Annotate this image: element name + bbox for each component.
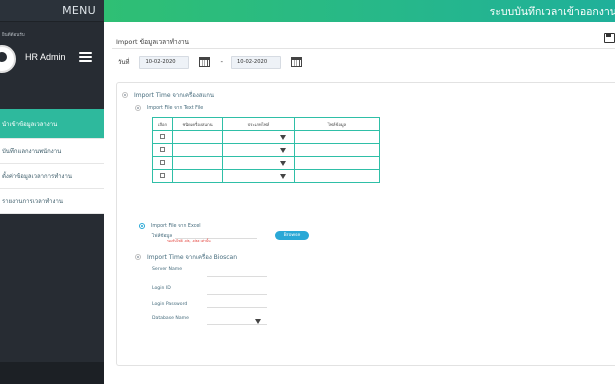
radio-icon[interactable] — [135, 254, 141, 260]
welcome-text: ยินดีต้อนรับ — [2, 33, 25, 38]
main-content: Import ข้อมูลเวลาทำงาน วันที่ 10-02-2020… — [104, 22, 615, 384]
app-title: ระบบบันทึกเวลาเข้าออกงาน — [489, 6, 615, 18]
text-file-table: เลือก ชนิดเครื่องสแกน ประเภทไฟล์ ไฟล์ข้อ… — [152, 117, 380, 183]
sidebar-item-import-time[interactable]: นำเข้าข้อมูลเวลางาน — [0, 109, 104, 139]
page-title: Import ข้อมูลเวลาทำงาน — [116, 38, 189, 46]
sidebar-item-shift-swap[interactable]: บันทึกแลกงานพนักงาน — [0, 139, 104, 164]
option-import-bioscan[interactable]: Import Time จากเครื่อง Bioscan — [135, 252, 237, 262]
table-cell — [294, 143, 380, 157]
column-header: ชนิดเครื่องสแกน — [172, 117, 223, 131]
table-cell — [294, 130, 380, 144]
date-separator: - — [220, 58, 223, 66]
column-header: ไฟล์ข้อมูล — [294, 117, 380, 131]
file-type-select[interactable] — [222, 156, 295, 170]
avatar — [0, 45, 16, 73]
menu-title: MENU — [62, 4, 96, 17]
option-label: Import File จาก Text File — [147, 106, 204, 111]
sidebar-item-time-settings[interactable]: ตั้งค่าข้อมูลเวลาการทำงาน — [0, 164, 104, 189]
row-checkbox[interactable] — [152, 169, 173, 183]
file-type-select[interactable] — [222, 169, 295, 183]
dropdown-arrow-icon — [280, 161, 286, 166]
table-cell — [172, 156, 223, 170]
database-name-select[interactable] — [207, 317, 267, 325]
table-row — [152, 169, 380, 183]
date-label: วันที่ — [118, 59, 130, 66]
file-type-select[interactable] — [222, 130, 295, 144]
server-name-input[interactable] — [207, 270, 267, 277]
sidebar-footer — [0, 362, 104, 384]
calendar-icon[interactable] — [290, 57, 302, 67]
radio-icon[interactable] — [122, 92, 128, 98]
sidebar-item-label: นำเข้าข้อมูลเวลางาน — [2, 120, 58, 128]
sidebar-item-label: ตั้งค่าข้อมูลเวลาการทำงาน — [2, 173, 72, 180]
login-password-label: Login Password — [152, 302, 188, 307]
option-import-excel[interactable]: Import File จาก Excel — [139, 222, 201, 230]
option-label: Import Time จากเครื่อง Bioscan — [147, 254, 238, 261]
file-hint: รองรับไฟล์ .xls, .xlsx เท่านั้น — [167, 239, 211, 243]
sidebar-item-label: รายงานการเวลาทำงาน — [2, 198, 63, 205]
row-checkbox[interactable] — [152, 130, 173, 144]
column-header: ประเภทไฟล์ — [222, 117, 295, 131]
option-import-scanner[interactable]: Import Time จากเครื่องสแกน — [122, 90, 214, 100]
dropdown-arrow-icon — [280, 148, 286, 153]
login-id-label: Login ID — [152, 286, 171, 291]
date-to-input[interactable]: 10-02-2020 — [230, 55, 281, 69]
save-icon[interactable] — [604, 33, 615, 43]
sidebar-item-time-report[interactable]: รายงานการเวลาทำงาน — [0, 189, 104, 214]
radio-icon[interactable] — [139, 223, 145, 229]
table-cell — [294, 156, 380, 170]
table-row — [152, 156, 380, 170]
dropdown-arrow-icon — [255, 319, 261, 324]
row-checkbox[interactable] — [152, 156, 173, 170]
row-checkbox[interactable] — [152, 143, 173, 157]
user-name: HR Admin — [25, 52, 66, 62]
table-row — [152, 130, 380, 144]
table-row — [152, 143, 380, 157]
table-cell — [172, 169, 223, 183]
radio-icon[interactable] — [135, 105, 141, 111]
table-header-row: เลือก ชนิดเครื่องสแกน ประเภทไฟล์ ไฟล์ข้อ… — [152, 117, 380, 131]
table-cell — [294, 169, 380, 183]
column-header: เลือก — [152, 117, 173, 131]
sidebar-menu: นำเข้าข้อมูลเวลางาน บันทึกแลกงานพนักงาน … — [0, 109, 104, 214]
option-label: Import Time จากเครื่องสแกน — [134, 92, 215, 99]
option-label: Import File จาก Excel — [151, 224, 201, 229]
table-cell — [172, 130, 223, 144]
login-id-input[interactable] — [207, 288, 267, 295]
option-import-text-file[interactable]: Import File จาก Text File — [135, 104, 203, 112]
import-panel: Import Time จากเครื่องสแกน Import File จ… — [116, 82, 615, 366]
server-name-label: Server Name — [152, 267, 183, 272]
sidebar: MENU ยินดีต้อนรับ HR Admin นำเข้าข้อมูลเ… — [0, 0, 104, 384]
dropdown-arrow-icon — [280, 174, 286, 179]
table-cell — [172, 143, 223, 157]
divider — [112, 48, 615, 49]
date-range: วันที่ 10-02-2020 - 10-02-2020 — [118, 55, 302, 69]
user-profile: HR Admin — [0, 42, 104, 76]
hamburger-menu-icon[interactable] — [79, 52, 92, 62]
file-type-select[interactable] — [222, 143, 295, 157]
database-name-label: Database Name — [152, 316, 189, 321]
login-password-input[interactable] — [207, 301, 267, 308]
file-input[interactable] — [175, 231, 257, 239]
sidebar-item-label: บันทึกแลกงานพนักงาน — [2, 148, 62, 155]
date-from-input[interactable]: 10-02-2020 — [139, 55, 190, 69]
calendar-icon[interactable] — [199, 57, 211, 67]
dropdown-arrow-icon — [280, 135, 286, 140]
sidebar-header: MENU — [0, 0, 104, 22]
top-bar: ระบบบันทึกเวลาเข้าออกงาน — [104, 0, 615, 22]
browse-button[interactable]: Browse — [275, 231, 309, 240]
